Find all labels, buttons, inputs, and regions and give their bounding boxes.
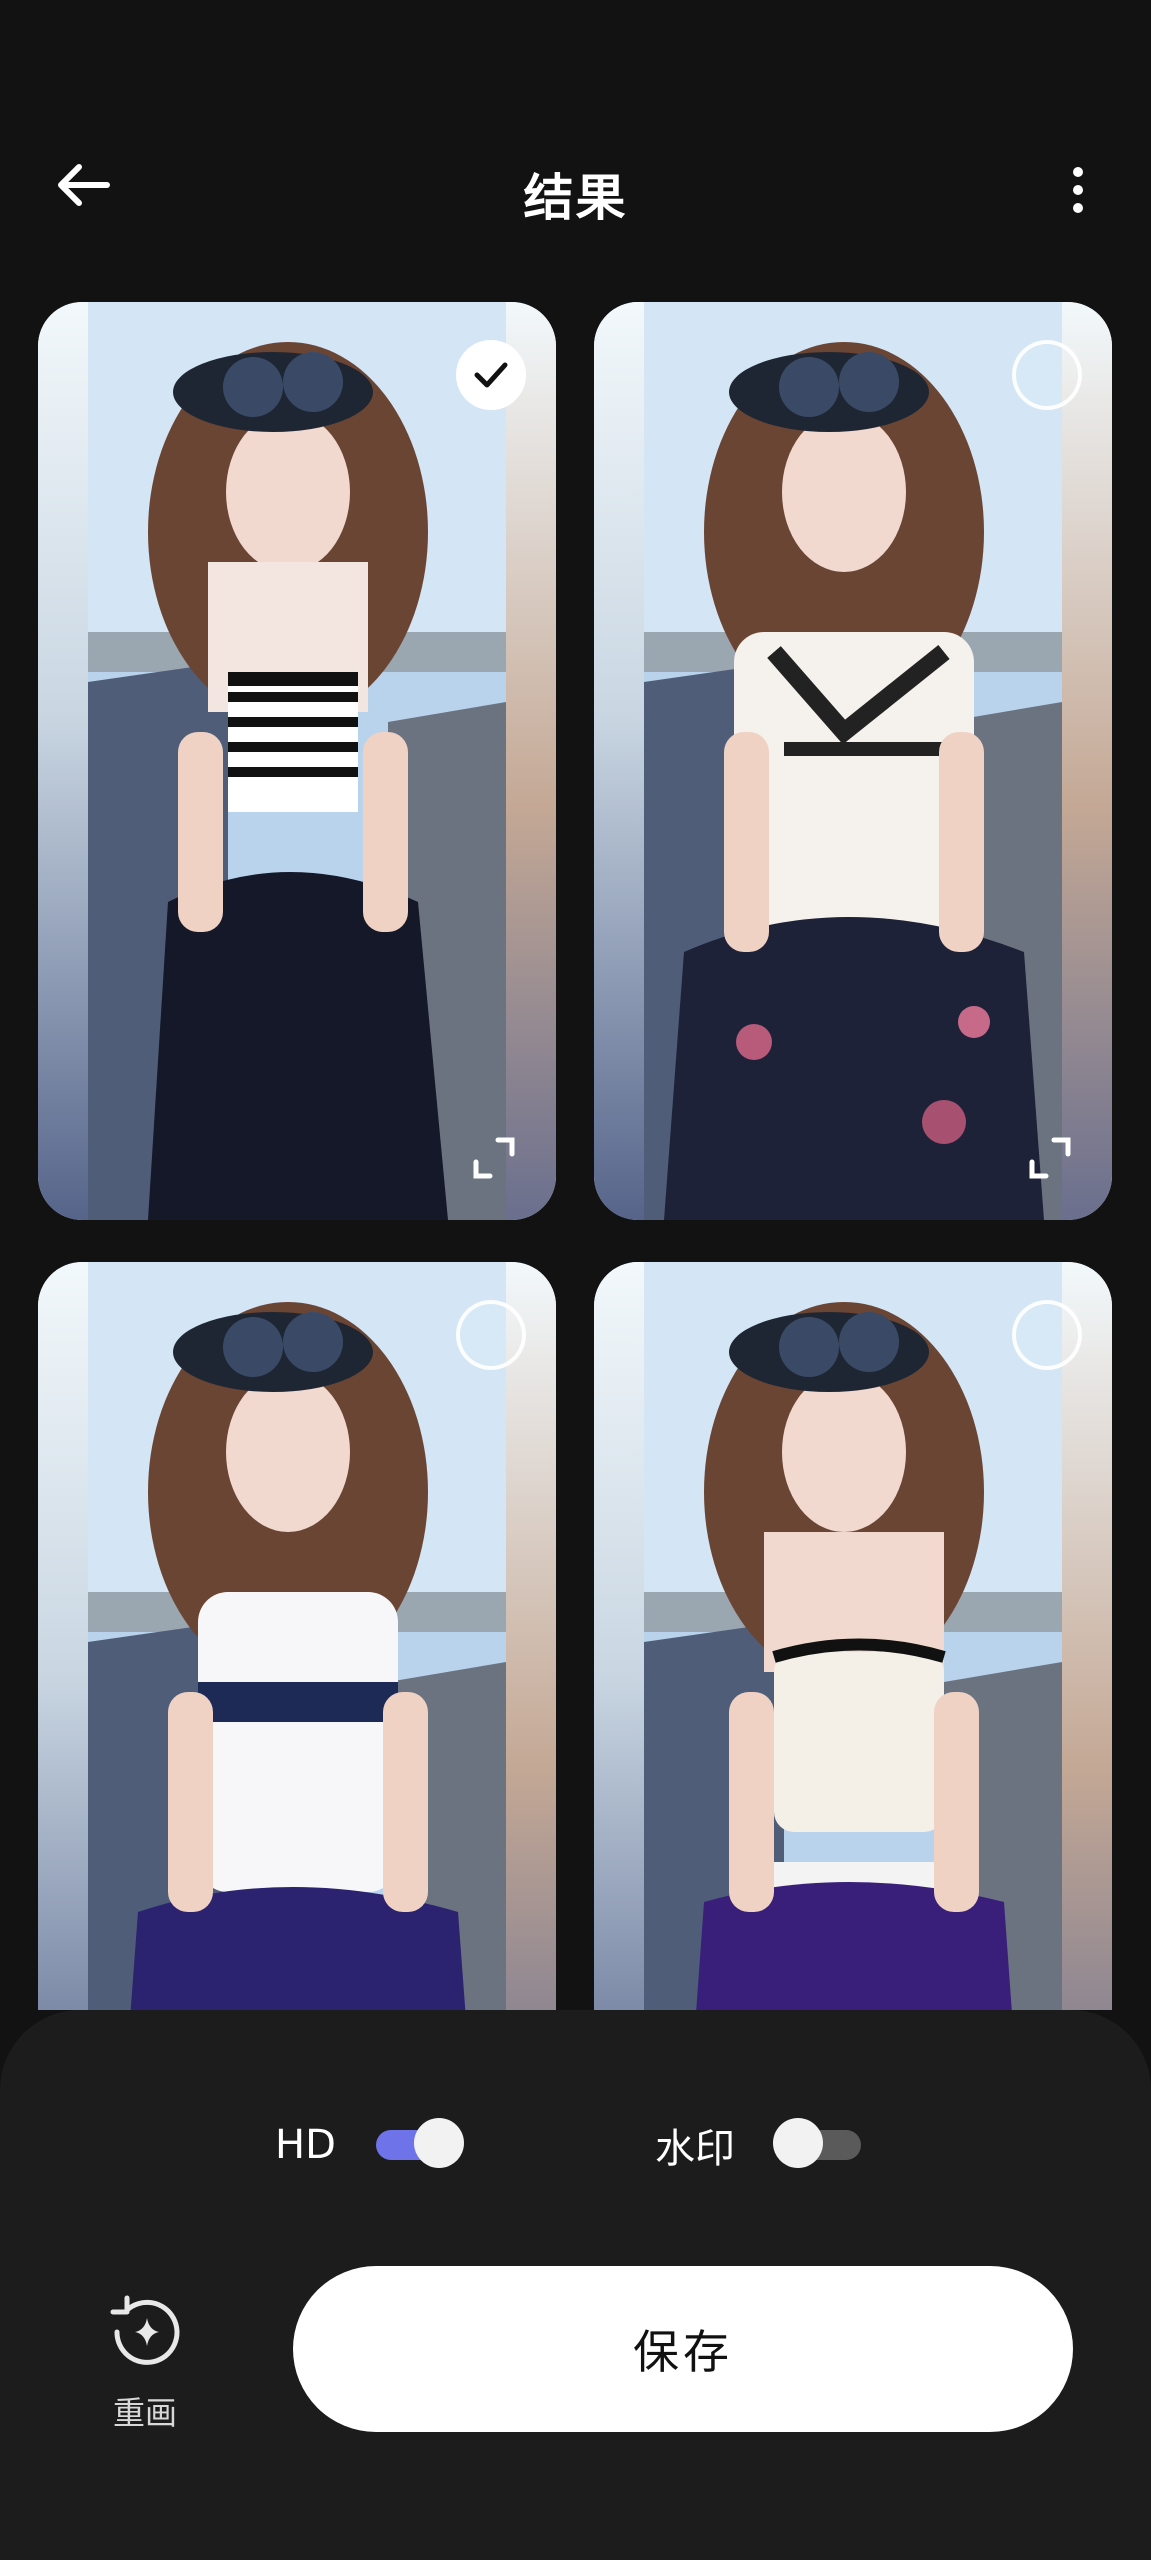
watermark-setting: 水印 [655,2110,861,2180]
save-button[interactable]: 保存 [293,2266,1073,2432]
expand-icon[interactable] [1026,1134,1074,1182]
result-card-1[interactable] [38,302,556,1220]
watermark-label: 水印 [655,2126,735,2172]
result-image[interactable] [88,302,506,1220]
redraw-sparkle-icon [110,2295,180,2365]
checkmark-icon [474,362,508,388]
result-card-3[interactable] [38,1262,556,2010]
select-checkbox[interactable] [1012,340,1082,410]
select-checkbox[interactable] [456,340,526,410]
hd-toggle[interactable] [375,2118,464,2168]
result-card-2[interactable] [594,302,1112,1220]
select-checkbox[interactable] [456,1300,526,1370]
hd-setting: HD [275,2110,464,2180]
bottom-action-panel: HD 水印 重画 保存 [0,2010,1151,2560]
result-image[interactable] [644,302,1062,1220]
redraw-label: 重画 [112,2394,177,2432]
watermark-toggle[interactable] [773,2118,861,2168]
redraw-button[interactable]: 重画 [90,2290,200,2434]
select-checkbox[interactable] [1012,1300,1082,1370]
expand-icon[interactable] [470,1134,518,1182]
result-image[interactable] [644,1262,1062,2010]
result-image[interactable] [88,1262,506,2010]
hd-label: HD [275,2122,336,2168]
result-card-4[interactable] [594,1262,1112,2010]
results-grid [0,0,1151,2010]
